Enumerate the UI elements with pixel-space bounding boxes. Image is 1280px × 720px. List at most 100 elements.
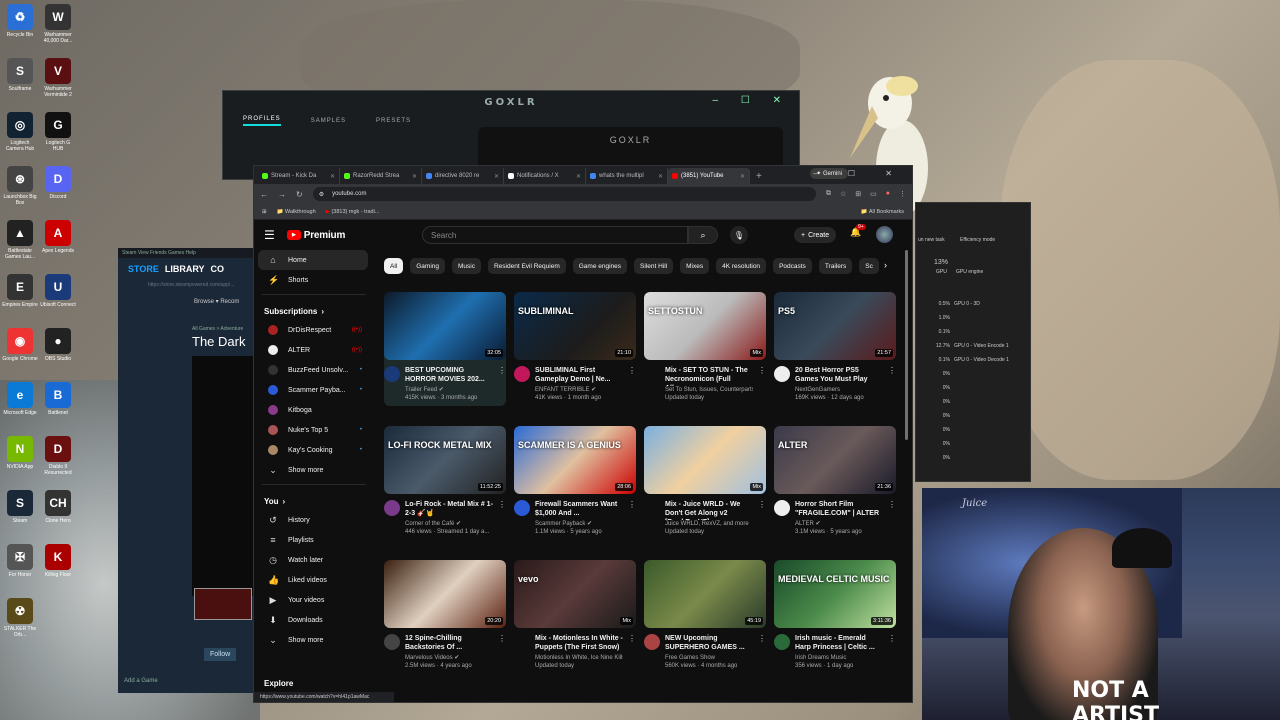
channel-avatar[interactable] bbox=[514, 500, 530, 516]
channel-avatar[interactable] bbox=[514, 366, 530, 382]
tab-close-icon[interactable]: ✕ bbox=[412, 173, 417, 180]
browser-tab[interactable]: RazorRedd Strea ✕ bbox=[340, 168, 422, 184]
video-title[interactable]: Mix - Motionless In White - Puppets (The… bbox=[535, 634, 623, 654]
desktop-icon[interactable]: ✠ For Honor bbox=[2, 544, 38, 578]
video-title[interactable]: Mix - SET TO STUN - The Necronomicon (Fu… bbox=[665, 366, 753, 386]
desktop-icon[interactable]: K Killing Floor bbox=[40, 544, 76, 578]
taskmgr-run-task[interactable]: un new task bbox=[918, 237, 945, 243]
reload-icon[interactable]: ↻ bbox=[296, 190, 303, 199]
video-thumbnail[interactable]: SCAMMER IS A GENIUS 28:06 bbox=[514, 426, 636, 494]
video-title[interactable]: SUBLIMINAL First Gameplay Demo | Ne... bbox=[535, 366, 623, 386]
back-icon[interactable]: ← bbox=[260, 190, 268, 199]
goxlr-tab-profiles[interactable]: PROFILES bbox=[243, 116, 281, 126]
hamburger-menu-icon[interactable]: ☰ bbox=[264, 228, 275, 242]
goxlr-tab-presets[interactable]: PRESETS bbox=[376, 118, 411, 124]
filter-chip[interactable]: Resident Evil Requiem bbox=[487, 258, 566, 274]
video-title[interactable]: BEST UPCOMING HORROR MOVIES 202... bbox=[405, 366, 493, 386]
sidebar-subscription[interactable]: Nuke's Top 5 • bbox=[258, 420, 368, 440]
video-channel[interactable]: Free Games Show bbox=[665, 654, 753, 662]
desktop-icon[interactable]: A Apex Legends bbox=[40, 220, 76, 254]
browser-tab[interactable]: directive 8020 re ✕ bbox=[422, 168, 504, 184]
channel-avatar[interactable] bbox=[644, 634, 660, 650]
more-actions-icon[interactable]: ⋮ bbox=[628, 500, 636, 536]
sidebar-subscription[interactable]: Scammer Payba... • bbox=[258, 380, 368, 400]
more-actions-icon[interactable]: ⋮ bbox=[628, 366, 636, 402]
video-channel[interactable]: Set To Stun, Issues, Counterparts, an... bbox=[665, 386, 753, 394]
sidebar-item-show-more[interactable]: ⌄ Show more bbox=[258, 630, 368, 650]
video-channel[interactable]: NextGenGamers bbox=[795, 386, 883, 394]
more-actions-icon[interactable]: ⋮ bbox=[888, 366, 896, 402]
video-card[interactable]: 45:19 NEW Upcoming SUPERHERO GAMES ... Fre… bbox=[644, 560, 766, 670]
sidebar-item-history[interactable]: ↺ History bbox=[258, 510, 368, 530]
browser-tab[interactable]: (3851) YouTube ✕ bbox=[668, 168, 750, 184]
video-card[interactable]: MEDIEVAL CELTIC MUSIC 3:11:36 Irish music … bbox=[774, 560, 896, 670]
desktop-icon[interactable]: ⊛ Launchbox Big Box bbox=[2, 166, 38, 206]
video-thumbnail[interactable]: MEDIEVAL CELTIC MUSIC 3:11:36 bbox=[774, 560, 896, 628]
search-input[interactable]: Search bbox=[422, 226, 688, 244]
video-title[interactable]: NEW Upcoming SUPERHERO GAMES ... bbox=[665, 634, 753, 654]
video-card[interactable]: SUBLIMINAL 21:10 SUBLIMINAL First Gameplay… bbox=[514, 292, 636, 402]
tab-close-icon[interactable]: ✕ bbox=[576, 173, 581, 180]
all-bookmarks[interactable]: 📁 All Bookmarks bbox=[861, 209, 904, 215]
video-channel[interactable]: ENFANT TERRIBLE ✔ bbox=[535, 386, 623, 394]
sidebar-item-liked-videos[interactable]: 👍 Liked videos bbox=[258, 570, 368, 590]
steam-follow-button[interactable]: Follow bbox=[204, 648, 237, 661]
filter-chip[interactable]: Gaming bbox=[410, 258, 445, 274]
desktop-icon[interactable]: ● OBS Studio bbox=[40, 328, 76, 362]
filter-chip[interactable]: Trailers bbox=[818, 258, 853, 274]
goxlr-window-controls[interactable]: ‒ ☐ ✕ bbox=[713, 95, 791, 106]
desktop-icon[interactable]: G Logitech G HUB bbox=[40, 112, 76, 152]
subscriptions-heading[interactable]: Subscriptions › bbox=[254, 299, 374, 320]
sidebar-item-downloads[interactable]: ⬇ Downloads bbox=[258, 610, 368, 630]
desktop-icon[interactable]: CH Clone Hero bbox=[40, 490, 76, 524]
desktop-icon[interactable]: W Warhammer 40,000 Dar... bbox=[40, 4, 76, 44]
video-title[interactable]: 12 Spine-Chilling Backstories Of ... bbox=[405, 634, 493, 654]
video-thumbnail[interactable]: Mix bbox=[644, 426, 766, 494]
video-thumbnail[interactable]: SUBLIMINAL 21:10 bbox=[514, 292, 636, 360]
taskmgr-efficiency-mode[interactable]: Efficiency mode bbox=[960, 237, 995, 243]
video-card[interactable]: ALTER 21:36 Horror Short Film "FRAGILE.COM… bbox=[774, 426, 896, 536]
video-channel[interactable]: Juice WRLD, RexVZ, and more bbox=[665, 520, 753, 528]
desktop-icon[interactable]: E Empires Empire bbox=[2, 274, 38, 308]
you-heading[interactable]: You › bbox=[254, 489, 374, 510]
channel-avatar[interactable] bbox=[384, 634, 400, 650]
profile-icon[interactable]: ● bbox=[886, 190, 890, 198]
notifications-bell-icon[interactable]: 🔔 9+ bbox=[850, 224, 866, 238]
filter-chip[interactable]: Sc bbox=[859, 258, 879, 274]
desktop-icon[interactable]: U Ubisoft Connect bbox=[40, 274, 76, 308]
sidebar-item-your-videos[interactable]: ▶ Your videos bbox=[258, 590, 368, 610]
more-actions-icon[interactable]: ⋮ bbox=[498, 634, 506, 670]
video-thumbnail[interactable]: LO-FI ROCK METAL MIX 11:52:25 bbox=[384, 426, 506, 494]
chrome-menu-icon[interactable]: ⋮ bbox=[899, 190, 906, 198]
video-channel[interactable]: ALTER ✔ bbox=[795, 520, 883, 528]
steam-add-game[interactable]: Add a Game bbox=[124, 678, 158, 684]
desktop-icon[interactable]: e Microsoft Edge bbox=[2, 382, 38, 416]
desktop-icon[interactable]: ▲ Battlestate Games Lau... bbox=[2, 220, 38, 260]
steam-browse-menu[interactable]: Browse ▾ Recom bbox=[118, 290, 258, 305]
browser-tab[interactable]: Notifications / X ✕ bbox=[504, 168, 586, 184]
filter-chip[interactable]: 4K resolution bbox=[716, 258, 767, 274]
steam-nav-community[interactable]: CO bbox=[211, 264, 225, 274]
channel-avatar[interactable] bbox=[384, 366, 400, 382]
sidebar-item-home[interactable]: ⌂ Home bbox=[258, 250, 368, 270]
tab-close-icon[interactable]: ✕ bbox=[740, 173, 745, 180]
desktop-icon[interactable]: B Battlenet bbox=[40, 382, 76, 416]
sidebar-subscription[interactable]: ⌄ Show more bbox=[258, 460, 368, 480]
sidebar-subscription[interactable]: Kitboga bbox=[258, 400, 368, 420]
video-card[interactable]: 32:05 BEST UPCOMING HORROR MOVIES 202... T… bbox=[384, 292, 506, 406]
steam-breadcrumb[interactable]: All Games > Adventure bbox=[192, 326, 243, 332]
desktop-icon[interactable]: S Soulframe bbox=[2, 58, 38, 92]
apps-icon[interactable]: ⊞ bbox=[262, 209, 267, 215]
more-actions-icon[interactable]: ⋮ bbox=[758, 634, 766, 670]
desktop-icon[interactable]: S Steam bbox=[2, 490, 38, 524]
desktop-icon[interactable]: N NVIDIA App bbox=[2, 436, 38, 470]
filter-chip[interactable]: Mixes bbox=[680, 258, 710, 274]
address-bar[interactable]: ⚙ youtube.com bbox=[312, 187, 816, 201]
video-card[interactable]: 20:20 12 Spine-Chilling Backstories Of ..… bbox=[384, 560, 506, 670]
filter-chip[interactable]: All bbox=[384, 258, 404, 274]
channel-avatar[interactable] bbox=[774, 634, 790, 650]
search-icon[interactable]: ⌕ bbox=[688, 226, 718, 244]
more-actions-icon[interactable]: ⋮ bbox=[628, 634, 636, 670]
video-channel[interactable]: Irish Dreams Music bbox=[795, 654, 883, 662]
video-thumbnail[interactable]: SETTOSTUN Mix bbox=[644, 292, 766, 360]
